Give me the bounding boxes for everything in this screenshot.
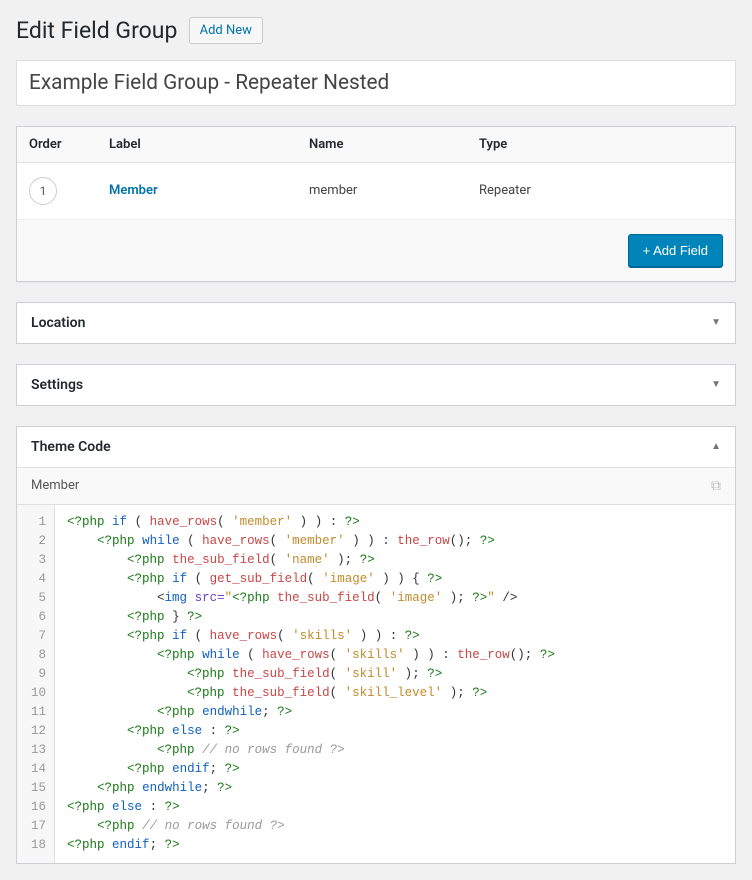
col-order-header: Order: [17, 127, 97, 162]
location-panel-toggle[interactable]: Location ▼: [17, 303, 735, 343]
chevron-up-icon: ▲: [711, 441, 721, 452]
settings-panel: Settings ▼: [16, 364, 736, 406]
col-name-header: Name: [297, 127, 467, 162]
group-title-input[interactable]: Example Field Group - Repeater Nested: [16, 60, 736, 106]
code-body[interactable]: <?php if ( have_rows( 'member' ) ) : ?> …: [55, 505, 567, 863]
theme-code-panel: Theme Code ▲ Member ⧉ 123456789101112131…: [16, 426, 736, 864]
table-row[interactable]: 1 Member member Repeater: [17, 163, 735, 220]
col-type-header: Type: [467, 127, 637, 162]
add-field-button[interactable]: + Add Field: [628, 234, 723, 267]
settings-title: Settings: [31, 377, 83, 393]
copy-icon[interactable]: ⧉: [711, 478, 721, 494]
chevron-down-icon: ▼: [711, 317, 721, 328]
order-badge: 1: [29, 177, 57, 205]
field-label-link[interactable]: Member: [109, 183, 158, 198]
code-block: 123456789101112131415161718 <?php if ( h…: [17, 504, 735, 863]
field-type-cell: Repeater: [467, 169, 637, 212]
fields-panel: Order Label Name Type 1 Member member Re…: [16, 126, 736, 282]
chevron-down-icon: ▼: [711, 379, 721, 390]
theme-code-title: Theme Code: [31, 439, 111, 455]
theme-code-field-label: Member: [31, 478, 79, 493]
add-new-button[interactable]: Add New: [189, 17, 263, 44]
theme-code-panel-toggle[interactable]: Theme Code ▲: [17, 427, 735, 467]
location-panel: Location ▼: [16, 302, 736, 344]
field-name-cell: member: [297, 169, 467, 212]
col-label-header: Label: [97, 127, 297, 162]
page-title: Edit Field Group: [16, 16, 177, 46]
settings-panel-toggle[interactable]: Settings ▼: [17, 365, 735, 405]
location-title: Location: [31, 315, 85, 331]
code-gutter: 123456789101112131415161718: [17, 505, 55, 863]
